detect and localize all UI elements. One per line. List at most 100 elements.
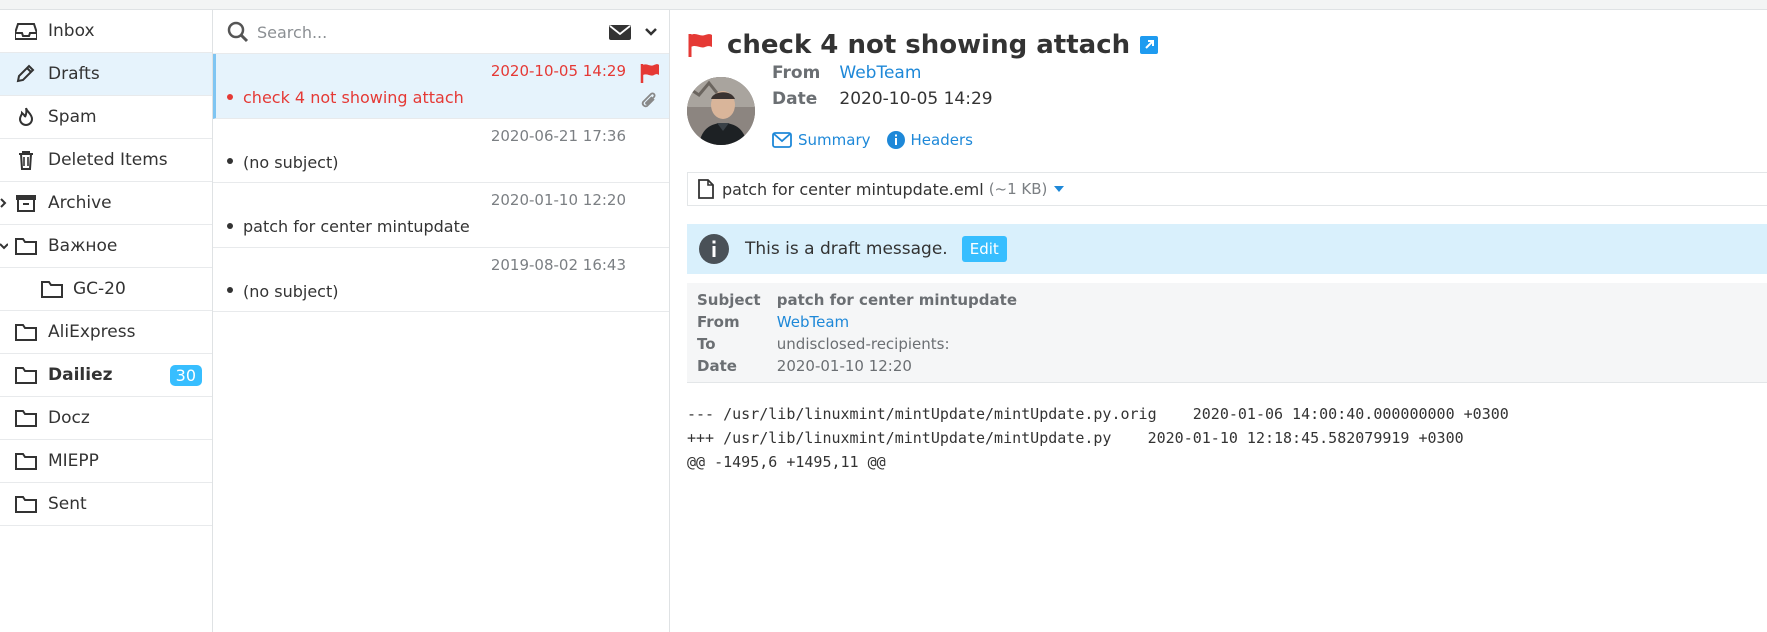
avatar (687, 77, 755, 145)
folder-miepp[interactable]: MIEPP (0, 440, 212, 483)
message-body: --- /usr/lib/linuxmint/mintUpdate/mintUp… (687, 402, 1509, 474)
info-circle-icon (886, 131, 905, 149)
folder-deleted-items[interactable]: Deleted Items (0, 139, 212, 182)
message-subject: (no subject) (227, 153, 339, 172)
search-input[interactable] (257, 19, 597, 45)
expand-arrow-icon[interactable] (0, 194, 8, 212)
body-line: +++ /usr/lib/linuxmint/mintUpdate/mintUp… (687, 429, 1464, 447)
folder-dailiez[interactable]: Dailiez 30 (0, 354, 212, 397)
flag-icon[interactable] (687, 32, 715, 58)
embedded-message-headers: Subject patch for center mintupdate From… (687, 283, 1767, 383)
folder-gc-20[interactable]: GC-20 (0, 268, 212, 311)
edit-button[interactable]: Edit (961, 236, 1007, 262)
folder-label: Важное (48, 236, 118, 256)
message-header: check 4 not showing attach (687, 28, 1159, 62)
message-row[interactable]: 2020-06-21 17:36 (no subject) (213, 119, 669, 183)
from-label: From (772, 63, 821, 83)
headers-link[interactable]: Headers (886, 131, 973, 149)
message-list: 2020-10-05 14:29 check 4 not showing att… (213, 10, 670, 632)
collapse-arrow-icon[interactable] (0, 237, 8, 255)
attachment-bar[interactable]: patch for center mintupdate.eml (~1 KB) (687, 172, 1767, 206)
chevron-down-icon[interactable] (644, 25, 658, 39)
folder-icon (15, 324, 37, 341)
header-links: Summary Headers (772, 131, 989, 149)
attachment-size: (~1 KB) (988, 180, 1048, 198)
folder-aliexpress[interactable]: AliExpress (0, 311, 212, 354)
folder-drafts[interactable]: Drafts (0, 53, 212, 96)
date-row: Date 2020-01-10 12:20 (697, 357, 912, 377)
message-subject-text: (no subject) (243, 281, 339, 301)
folder-archive[interactable]: Archive (0, 182, 212, 225)
message-row[interactable]: 2020-10-05 14:29 check 4 not showing att… (213, 54, 669, 119)
from-label: From (697, 313, 740, 331)
folder-label: Deleted Items (48, 150, 168, 170)
date-value: 2020-10-05 14:29 (839, 89, 993, 109)
message-subject: check 4 not showing attach (227, 88, 464, 107)
top-strip (0, 0, 1767, 10)
file-icon (698, 179, 714, 199)
folder-icon (15, 453, 37, 470)
folder-label: Archive (48, 193, 112, 213)
folder-label: MIEPP (48, 451, 99, 471)
folder-label: Spam (48, 107, 97, 127)
search-icon[interactable] (227, 21, 249, 43)
fire-icon (18, 107, 34, 126)
folder-label: GC-20 (73, 279, 126, 299)
subject-label: Subject (697, 291, 761, 309)
attachment-name[interactable]: patch for center mintupdate.eml (722, 180, 984, 199)
headers-label: Headers (910, 131, 973, 149)
message-subject: (no subject) (227, 282, 339, 301)
subject-value: patch for center mintupdate (776, 291, 1018, 309)
subject-row: Subject patch for center mintupdate (697, 291, 1017, 311)
avatar-photo-icon (687, 77, 755, 145)
folder-label: Drafts (48, 64, 100, 84)
envelope-outline-icon (772, 132, 792, 148)
flag-icon[interactable] (639, 62, 661, 84)
message-row[interactable]: 2019-08-02 16:43 (no subject) (213, 248, 669, 312)
message-title: check 4 not showing attach (727, 30, 1131, 60)
trash-icon (19, 151, 33, 170)
open-external-icon[interactable] (1140, 36, 1159, 54)
folder-sent[interactable]: Sent (0, 483, 212, 526)
unread-dot (227, 287, 233, 293)
folder-label: AliExpress (48, 322, 136, 342)
paperclip-icon (641, 92, 656, 108)
message-row[interactable]: 2020-01-10 12:20 patch for center mintup… (213, 183, 669, 248)
inbox-icon (15, 23, 37, 40)
message-view: check 4 not showing attach From WebTeam … (671, 10, 1767, 632)
message-date: 2019-08-02 16:43 (490, 255, 626, 274)
message-date: 2020-10-05 14:29 (490, 62, 626, 80)
envelope-icon[interactable] (608, 22, 632, 42)
to-row: To undisclosed-recipients: (697, 335, 950, 355)
summary-link[interactable]: Summary (772, 131, 871, 149)
message-subject: patch for center mintupdate (227, 217, 470, 236)
to-value: undisclosed-recipients: (776, 335, 950, 353)
folder-icon (15, 367, 37, 384)
folder-icon (15, 410, 37, 427)
folder-label: Sent (48, 494, 87, 514)
folder-label: Inbox (48, 21, 95, 41)
sender-link[interactable]: WebTeam (777, 313, 849, 331)
unread-dot (227, 93, 233, 100)
message-date: 2020-06-21 17:36 (490, 126, 626, 145)
unread-count-badge: 30 (169, 365, 202, 386)
date-row: Date 2020-10-05 14:29 (772, 89, 993, 109)
summary-label: Summary (798, 131, 871, 149)
date-value: 2020-01-10 12:20 (776, 357, 912, 375)
draft-notice: This is a draft message. Edit (687, 224, 1767, 274)
caret-down-icon[interactable] (1053, 185, 1065, 193)
body-line: @@ -1495,6 +1495,11 @@ (687, 453, 886, 471)
folder-inbox[interactable]: Inbox (0, 10, 212, 53)
pencil-icon (16, 64, 35, 83)
search-bar (213, 10, 669, 54)
folder-docz[interactable]: Docz (0, 397, 212, 440)
folder-icon (15, 496, 37, 513)
info-icon (699, 234, 729, 264)
from-row: From WebTeam (697, 313, 849, 333)
sender-link[interactable]: WebTeam (839, 63, 921, 83)
message-date: 2020-01-10 12:20 (490, 191, 626, 209)
to-label: To (697, 335, 716, 353)
notice-text: This is a draft message. (745, 239, 948, 259)
folder-vazhnoe[interactable]: Важное (0, 225, 212, 268)
folder-spam[interactable]: Spam (0, 96, 212, 139)
